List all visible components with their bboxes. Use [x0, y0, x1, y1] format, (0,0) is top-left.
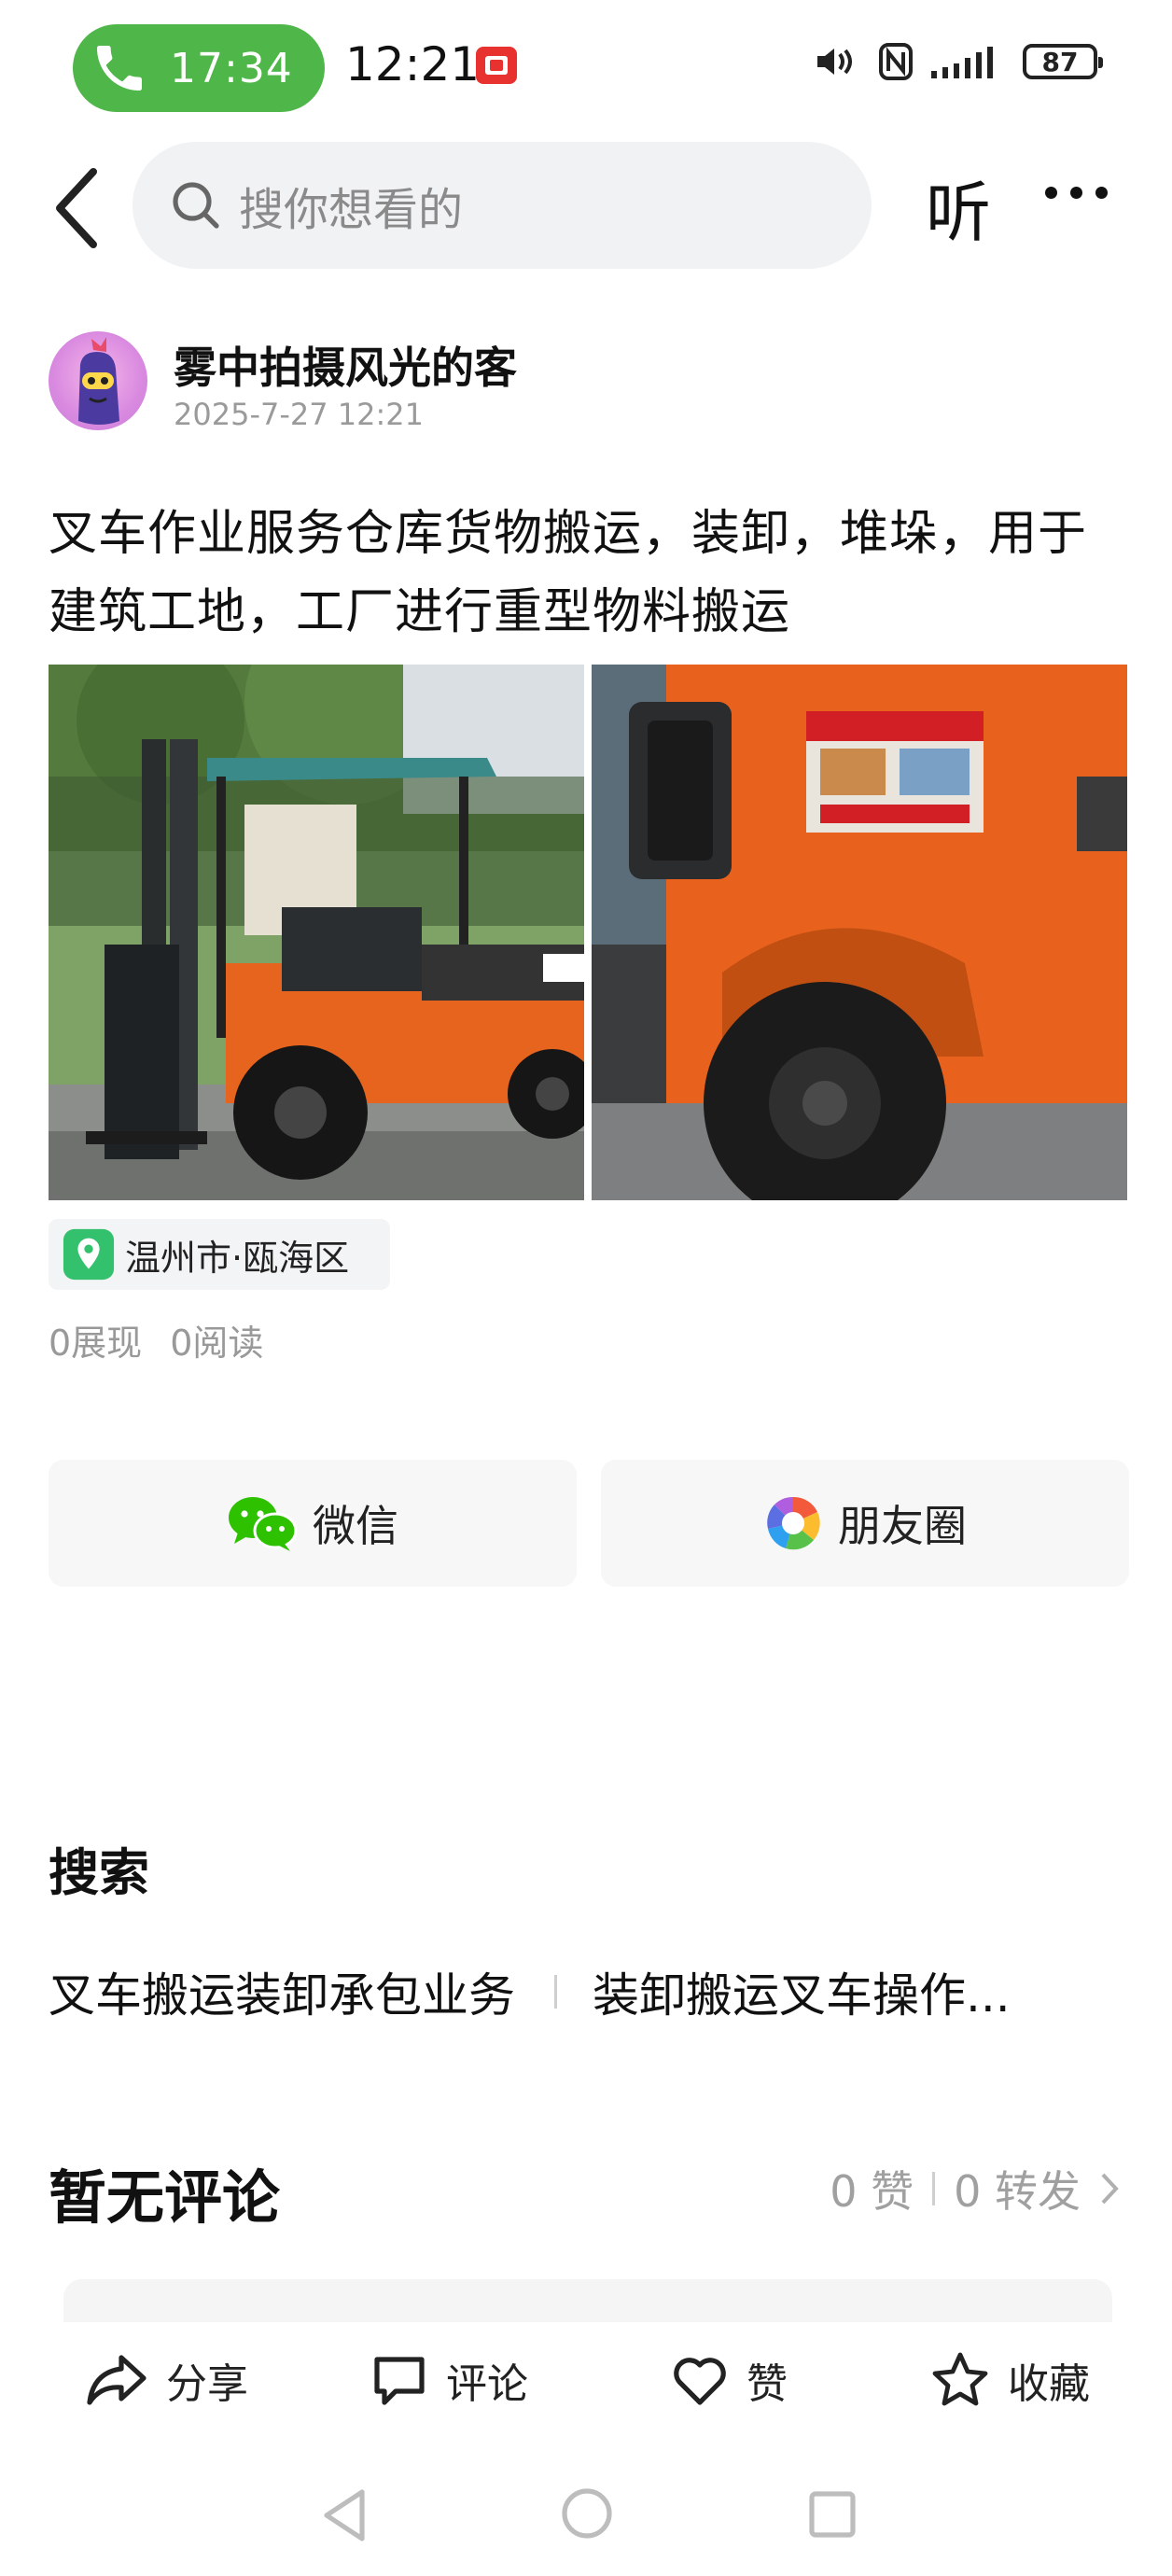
share-moments-button[interactable]: 朋友圈 [601, 1460, 1129, 1587]
search-input[interactable]: 搜你想看的 [133, 142, 872, 269]
moments-aperture-icon [767, 1496, 820, 1550]
search-suggestion-item[interactable]: 装卸搬运叉车操作... [593, 1958, 1011, 2025]
impressions-count: 0展现 [49, 1323, 143, 1364]
share-action-button[interactable]: 分享 [84, 2333, 248, 2427]
reposts-count: 0 转发 [954, 2166, 1081, 2217]
avatar-character-icon [78, 337, 119, 425]
chevron-right-icon [1101, 2173, 1119, 2205]
avatar[interactable] [49, 331, 147, 430]
battery-indicator: 87 [1023, 44, 1103, 79]
share-arrow-icon [87, 2355, 146, 2405]
comment-bubble-icon [374, 2357, 425, 2405]
share-action-label: 分享 [166, 2360, 248, 2408]
forklift-side-photo-image [592, 665, 1127, 1200]
favorite-action-label: 收藏 [1008, 2360, 1090, 2408]
comment-action-button[interactable]: 评论 [370, 2333, 528, 2427]
system-recents-icon[interactable] [808, 2490, 857, 2539]
listen-button[interactable]: 听 [926, 161, 991, 255]
phone-icon [97, 46, 142, 91]
reads-count: 0阅读 [170, 1323, 264, 1364]
like-action-label: 赞 [746, 2360, 788, 2408]
share-wechat-label: 微信 [313, 1501, 398, 1551]
location-tag[interactable]: 温州市·瓯海区 [49, 1219, 390, 1290]
favorite-action-button[interactable]: 收藏 [929, 2333, 1090, 2427]
forklift-photo-image [49, 665, 584, 1200]
battery-level: 87 [1041, 46, 1079, 77]
search-icon [173, 182, 219, 229]
status-clock: 12:21 [345, 37, 481, 91]
search-suggestion-item[interactable]: 叉车搬运装卸承包业务 [49, 1958, 515, 2025]
search-suggestions: 叉车搬运装卸承包业务 装卸搬运叉车操作... [49, 1958, 1131, 2025]
post-stats: 0展现 0阅读 [49, 1314, 263, 1365]
comments-title: 暂无评论 [49, 2163, 281, 2232]
more-options-icon[interactable] [1045, 187, 1120, 205]
wechat-icon [229, 1497, 298, 1551]
notification-app-icon [476, 47, 517, 84]
search-placeholder: 搜你想看的 [239, 184, 464, 236]
like-action-button[interactable]: 赞 [670, 2333, 788, 2427]
system-back-icon[interactable] [317, 2486, 373, 2544]
location-pin-icon [63, 1228, 115, 1281]
comment-action-label: 评论 [446, 2360, 528, 2408]
volume-icon [817, 49, 852, 75]
star-icon [932, 2352, 988, 2406]
likes-count: 0 赞 [830, 2166, 914, 2217]
suggestion-divider [554, 1975, 557, 2009]
status-indicators: 87 [814, 41, 1103, 82]
post-photo-forklift-side[interactable] [592, 665, 1127, 1200]
heart-icon [674, 2358, 726, 2405]
meta-divider [932, 2172, 936, 2205]
engagement-summary[interactable]: 0 赞 0 转发 [830, 2158, 1120, 2219]
system-home-icon[interactable] [560, 2486, 614, 2541]
call-duration: 17:34 [170, 44, 293, 92]
author-name[interactable]: 雾中拍摄风光的客 [174, 334, 517, 396]
back-arrow-icon[interactable] [49, 166, 105, 250]
location-text: 温州市·瓯海区 [125, 1237, 350, 1279]
post-timestamp: 2025-7-27 12:21 [174, 397, 424, 432]
post-body-text: 叉车作业服务仓库货物搬运，装卸，堆垛，用于建筑工地，工厂进行重型物料搬运 [49, 506, 1088, 640]
ongoing-call-pill[interactable]: 17:34 [73, 24, 325, 112]
nfc-icon [879, 43, 913, 80]
share-moments-label: 朋友圈 [838, 1501, 967, 1551]
signal-icon [931, 47, 993, 78]
search-section-title: 搜索 [49, 1843, 149, 1902]
post-photo-forklift-front[interactable] [49, 665, 584, 1200]
share-wechat-button[interactable]: 微信 [49, 1460, 577, 1587]
